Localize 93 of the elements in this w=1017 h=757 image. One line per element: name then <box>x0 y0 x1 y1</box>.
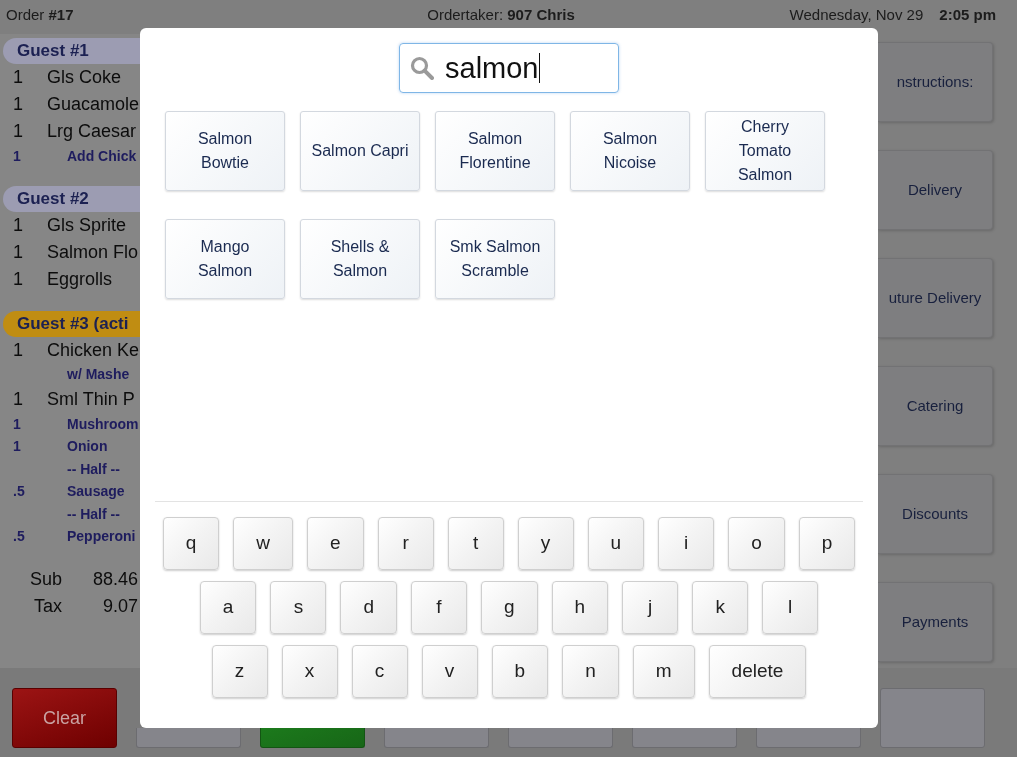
item-name: Lrg Caesar <box>47 120 137 143</box>
footer-button[interactable] <box>260 728 365 748</box>
guest-header[interactable]: Guest #2 <box>3 185 140 212</box>
item-quantity: 1 <box>12 120 24 143</box>
clear-button[interactable]: Clear <box>12 688 117 748</box>
total-value: 88.46 <box>91 568 138 591</box>
keyboard-key[interactable]: f <box>411 581 467 634</box>
modifier-quantity: .5 <box>12 527 26 547</box>
keyboard-key[interactable]: q <box>162 517 220 570</box>
modifier-name: Mushroom <box>66 414 139 434</box>
side-menu-button[interactable]: nstructions: <box>878 42 993 122</box>
time-text: 2:05 pm <box>939 4 996 25</box>
modifier-quantity: 1 <box>12 414 22 434</box>
keyboard-key[interactable]: o <box>728 517 785 570</box>
date-text: Wednesday, Nov 29 <box>789 4 924 25</box>
footer-button[interactable] <box>384 728 489 748</box>
footer-button[interactable] <box>632 728 737 748</box>
keyboard-key[interactable]: w <box>233 517 293 570</box>
item-name: Salmon Flo <box>47 240 139 264</box>
item-name: Sml Thin P <box>47 388 135 411</box>
item-name: Guacamole <box>47 93 140 116</box>
item-quantity: 1 <box>12 388 24 411</box>
search-result-button[interactable]: Salmon Florentine <box>435 111 555 191</box>
text-cursor <box>538 53 540 83</box>
keyboard-key[interactable]: n <box>562 645 619 698</box>
modifier-name: Onion <box>66 437 108 457</box>
search-result-button[interactable]: Smk Salmon Scramble <box>435 219 555 299</box>
footer-button[interactable] <box>508 728 613 748</box>
item-quantity: 1 <box>12 267 24 291</box>
modifier-quantity: .5 <box>12 482 26 502</box>
search-icon <box>410 56 434 80</box>
modifier-name: Add Chick <box>66 146 137 166</box>
guest-header[interactable]: Guest #1 <box>3 38 140 64</box>
search-field[interactable]: salmon <box>399 43 619 93</box>
item-name: Eggrolls <box>47 267 113 291</box>
footer-button[interactable] <box>756 728 861 748</box>
footer-button[interactable] <box>880 688 985 748</box>
keyboard-key[interactable]: y <box>517 517 574 570</box>
keyboard-key[interactable]: t <box>447 517 504 570</box>
search-text: salmon <box>445 53 539 83</box>
modifier-name: -- Half -- <box>66 459 120 479</box>
item-quantity: 1 <box>12 93 24 116</box>
total-value: 9.07 <box>101 595 138 618</box>
keyboard-key[interactable]: z <box>211 645 268 698</box>
side-menu-button[interactable]: Catering <box>878 366 993 446</box>
keyboard-key[interactable]: h <box>551 581 609 634</box>
modifier-name: -- Half -- <box>66 504 120 524</box>
footer-button[interactable] <box>136 728 241 748</box>
keyboard-key[interactable]: i <box>658 517 715 570</box>
keyboard-key[interactable]: l <box>762 581 819 634</box>
modifier-name: w/ Mashe <box>66 365 130 385</box>
ordertaker-label: Ordertaker: 907 Chris <box>427 4 575 25</box>
keyboard-key[interactable]: p <box>798 517 856 570</box>
total-label: Tax <box>33 595 62 618</box>
keyboard-key[interactable]: delete <box>708 645 807 698</box>
item-quantity: 1 <box>12 240 24 264</box>
keyboard-key[interactable]: k <box>692 581 749 634</box>
search-result-button[interactable]: Salmon Bowtie <box>165 111 285 191</box>
modifier-name: Sausage <box>66 482 125 502</box>
keyboard-key[interactable]: x <box>281 645 338 698</box>
guest-header[interactable]: Guest #3 (acti <box>3 310 140 337</box>
keyboard-key[interactable]: u <box>587 517 645 570</box>
keyboard-key[interactable]: c <box>351 645 408 698</box>
item-quantity: 1 <box>12 213 24 237</box>
item-name: Gls Sprite <box>47 213 127 237</box>
side-menu-button[interactable]: uture Delivery <box>878 258 993 338</box>
keyboard-key[interactable]: b <box>491 645 549 698</box>
item-name: Gls Coke <box>47 66 122 89</box>
modifier-name: Pepperoni <box>66 527 136 547</box>
keyboard-key[interactable]: a <box>199 581 257 634</box>
keyboard-key[interactable]: r <box>377 517 434 570</box>
item-name: Chicken Ke <box>47 338 140 362</box>
search-result-button[interactable]: Shells & Salmon <box>300 219 420 299</box>
keyboard-key[interactable]: j <box>622 581 679 634</box>
search-result-button[interactable]: Mango Salmon <box>165 219 285 299</box>
keyboard-key[interactable]: s <box>270 581 327 634</box>
keyboard-key[interactable]: d <box>340 581 397 634</box>
search-result-button[interactable]: Salmon Capri <box>300 111 420 191</box>
item-quantity: 1 <box>12 66 24 89</box>
keyboard-key[interactable]: g <box>481 581 538 634</box>
order-number: Order #17 <box>6 5 74 23</box>
keyboard-key[interactable]: m <box>632 645 695 698</box>
search-result-button[interactable]: Cherry Tomato Salmon <box>705 111 825 191</box>
side-menu-button[interactable]: Discounts <box>878 474 993 554</box>
item-quantity: 1 <box>12 338 24 362</box>
search-result-button[interactable]: Salmon Nicoise <box>570 111 690 191</box>
side-menu-button[interactable]: Delivery <box>878 150 993 230</box>
keyboard-key[interactable]: v <box>421 645 478 698</box>
keyboard-key[interactable]: e <box>307 517 364 570</box>
modifier-quantity: 1 <box>12 437 22 457</box>
side-menu-button[interactable]: Payments <box>878 582 993 662</box>
total-label: Sub <box>28 568 62 591</box>
modifier-quantity: 1 <box>12 146 22 166</box>
